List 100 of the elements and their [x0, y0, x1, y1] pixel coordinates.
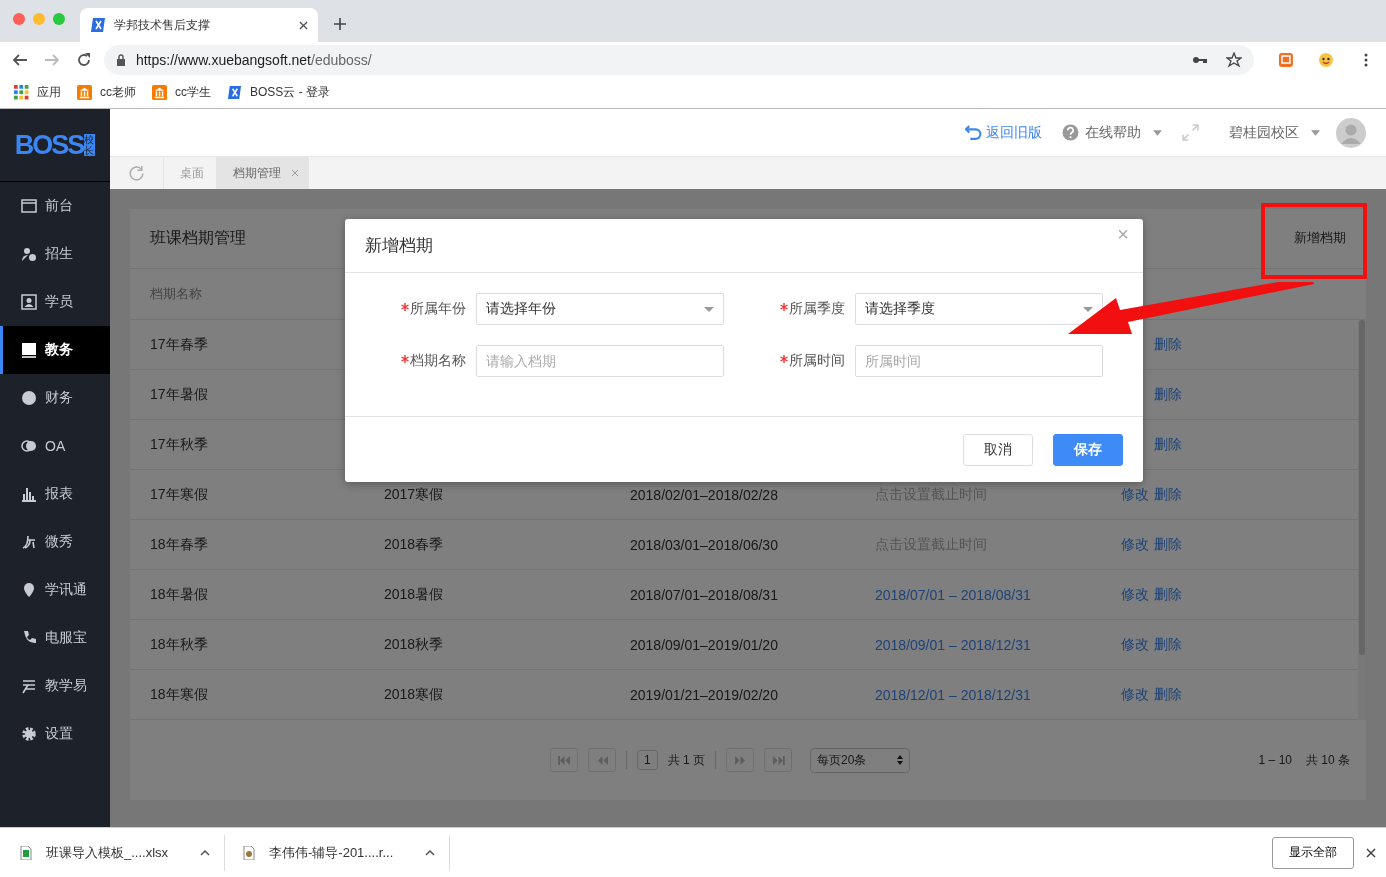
field-label: 所属季度	[789, 300, 845, 318]
lock-icon	[115, 53, 126, 66]
sidebar-item[interactable]: 教学易	[0, 662, 110, 710]
sidebar-item[interactable]: 电服宝	[0, 614, 110, 662]
page-field[interactable]: 1	[637, 750, 658, 771]
star-icon[interactable]	[1226, 51, 1243, 68]
table-cell-text: 17年秋季	[150, 435, 209, 454]
bookmark[interactable]: cc学生	[152, 84, 211, 101]
spreadsheet-file-icon	[20, 845, 32, 860]
url-text: https://www.xuebangsoft.net/eduboss/	[135, 51, 373, 68]
page-size-select[interactable]: 每页20条	[810, 747, 911, 773]
table-cell-text: 18年秋季	[150, 635, 209, 654]
bookmark[interactable]: cc老师	[77, 84, 136, 101]
undo-icon	[965, 124, 982, 141]
zoom-light[interactable]	[53, 13, 65, 25]
sidebar-item[interactable]: 财务	[0, 374, 110, 422]
sidebar-item[interactable]: 招生	[0, 230, 110, 278]
next-page-button[interactable]	[726, 748, 755, 773]
table-cell-text: 17年寒假	[150, 485, 209, 504]
close-icon[interactable]	[1366, 847, 1376, 858]
close-light[interactable]	[13, 13, 25, 25]
table-cell-text: 18年寒假	[150, 685, 209, 704]
select-field[interactable]: 请选择年份	[476, 293, 724, 325]
x-logo-icon	[227, 85, 242, 100]
chevron-up-icon[interactable]	[425, 849, 435, 856]
input-field[interactable]: 请输入档期	[476, 345, 724, 377]
save-button[interactable]: 保存	[1053, 433, 1123, 466]
emoji-face-icon[interactable]	[1318, 51, 1334, 68]
sidebar-item[interactable]: 学员	[0, 278, 110, 326]
scrollbar[interactable]	[1358, 320, 1366, 721]
apps-grid-icon	[14, 85, 29, 100]
total-count: 共 10 条	[1306, 751, 1350, 769]
sidebar-item[interactable]: 报表	[0, 470, 110, 518]
rewind-icon	[595, 755, 609, 765]
bookmark[interactable]: BOSS云 - 登录	[227, 84, 330, 101]
select-field[interactable]: 请选择季度	[855, 293, 1103, 325]
table-cell-text: 18年春季	[150, 535, 209, 554]
table-cell: 2018春季	[384, 535, 444, 552]
help-menu[interactable]: 在线帮助	[1062, 123, 1162, 142]
page-tab[interactable]: 档期管理	[216, 157, 309, 189]
bank-icon	[77, 85, 92, 100]
minimize-light[interactable]	[33, 13, 45, 25]
field-label: 档期名称	[410, 352, 466, 370]
download-item[interactable]: 李伟伟-辅导-201....r...	[243, 834, 450, 871]
x-logo-icon	[90, 17, 106, 33]
extension-icon[interactable]	[1278, 51, 1295, 68]
close-icon[interactable]	[299, 20, 308, 30]
cancel-button[interactable]: 取消	[963, 433, 1033, 466]
table-cell: 2018寒假	[384, 685, 444, 702]
range-text: 1 – 10	[1258, 753, 1292, 768]
sidebar-item[interactable]: OA	[0, 422, 110, 470]
new-tab-icon[interactable]	[333, 17, 347, 31]
table-cell: 2017寒假	[384, 485, 444, 502]
caret-icon	[1083, 306, 1093, 312]
help-icon	[1062, 124, 1079, 141]
dialog-title: 新增档期	[365, 235, 433, 257]
refresh-icon[interactable]	[128, 164, 145, 182]
first-page-button[interactable]	[550, 748, 578, 773]
sidebar-item[interactable]: 微秀	[0, 518, 110, 566]
input-field[interactable]: 所属时间	[855, 345, 1103, 377]
first-page-icon	[557, 755, 571, 765]
field-label: 所属时间	[789, 352, 845, 370]
show-all-button[interactable]: 显示全部	[1272, 836, 1354, 869]
caret-icon	[1153, 129, 1162, 136]
sidebar-item[interactable]: 前台	[0, 182, 110, 230]
address-bar[interactable]: https://www.xuebangsoft.net/eduboss/	[103, 44, 1255, 75]
previous-page-button[interactable]	[588, 748, 616, 773]
avatar[interactable]	[1336, 117, 1366, 148]
browser-tab[interactable]: 学邦技术售后支撑	[80, 8, 318, 42]
table-cell: 2018暑假	[384, 585, 444, 602]
caret-icon	[1311, 129, 1320, 136]
field-label: 所属年份	[410, 300, 466, 318]
table-cell-text: 18年暑假	[150, 585, 209, 604]
back-link[interactable]: 返回旧版	[965, 123, 1042, 142]
bank-icon	[152, 85, 167, 100]
caret-icon	[704, 306, 714, 312]
last-page-icon	[771, 755, 785, 765]
fast-forward-icon	[733, 755, 747, 765]
sidebar-item[interactable]: 学讯通	[0, 566, 110, 614]
table-cell: 2018/03/01–2018/06/30	[630, 536, 778, 553]
table-cell: 2018/02/01–2018/02/28	[630, 486, 778, 503]
sidebar-item[interactable]: 教务	[0, 326, 110, 374]
last-page-button[interactable]	[764, 748, 793, 773]
table-cell: 2019/01/21–2019/02/20	[630, 686, 778, 703]
table-cell-text: 17年暑假	[150, 385, 209, 404]
bookmark[interactable]: 应用	[14, 84, 61, 101]
column-header: 档期名称	[150, 285, 202, 304]
sidebar-item[interactable]: 设置	[0, 710, 110, 758]
table-cell-text: 17年春季	[150, 335, 209, 354]
card-title: 班课档期管理	[150, 227, 246, 248]
document-file-icon	[243, 845, 255, 860]
add-button[interactable]: 新增档期	[1292, 223, 1348, 254]
page-count: 共 1 页	[667, 751, 706, 769]
reload-icon[interactable]	[75, 51, 92, 68]
chevron-up-icon[interactable]	[200, 849, 210, 856]
campus-menu[interactable]: 碧桂园校区	[1229, 123, 1320, 142]
table-cell: 2018/07/01–2018/08/31	[630, 586, 778, 603]
download-item[interactable]: 班课导入模板_....xlsx	[20, 834, 225, 871]
forward-icon[interactable]	[43, 51, 60, 68]
expand-icon[interactable]	[1182, 124, 1199, 141]
